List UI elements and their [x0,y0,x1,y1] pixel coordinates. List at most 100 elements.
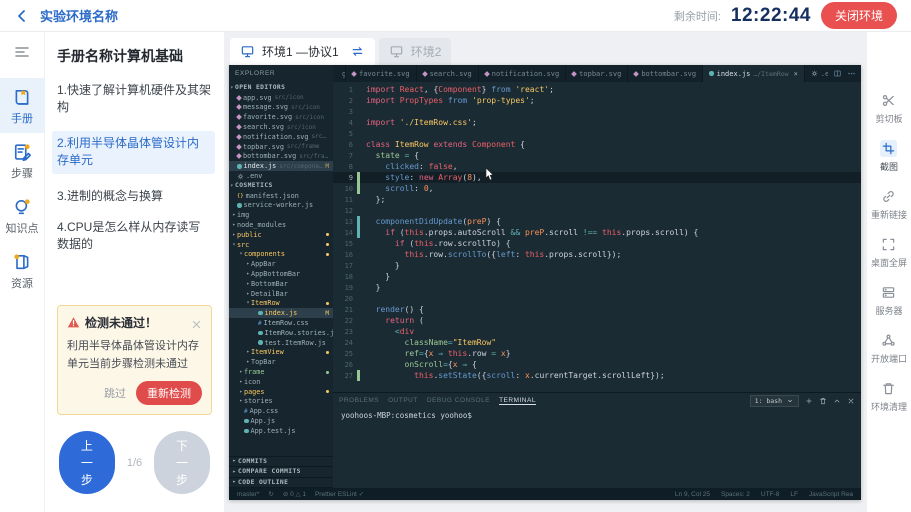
sidebar-item-resource[interactable]: 资源 [0,243,45,298]
close-panel-icon[interactable] [847,397,855,405]
tool-trash[interactable]: 环境清理 [871,380,907,413]
code-line-21[interactable]: 21 render() { [333,304,861,315]
status-segment[interactable]: Prettier ESLint ✓ [315,490,364,498]
code-line-17[interactable]: 17 } [333,260,861,271]
tree-file-App-js[interactable]: App.js [229,416,333,426]
code-line-15[interactable]: 15 if (this.row.scrollTo) { [333,238,861,249]
code-line-2[interactable]: 2 import PropTypes from 'prop-types'; [333,95,861,106]
retry-check-button[interactable]: 重新检测 [136,381,202,405]
tree-folder-src[interactable]: ▾ src [229,240,333,250]
code-line-18[interactable]: 18 } [333,271,861,282]
code-line-25[interactable]: 25 ref={x ⇒ this.row = x} [333,348,861,359]
more-actions-icon[interactable] [847,69,856,78]
code-line-26[interactable]: 26 onScroll={x ⇒ { [333,359,861,370]
tree-section-header[interactable]: ▾ OPEN EDITORS [229,83,333,93]
explorer-section-compare-commits[interactable]: ▸ COMPARE COMMITS [229,467,333,478]
code-line-13[interactable]: 13 componentDidUpdate(preP) { [333,216,861,227]
code-line-19[interactable]: 19 } [333,282,861,293]
tree-folder-img[interactable]: ▸ img [229,210,333,220]
panel-tab-terminal[interactable]: TERMINAL [499,397,536,405]
back-icon[interactable] [14,8,30,24]
code-line-8[interactable]: 8 clicked: false, [333,161,861,172]
tree-file-ItemRow-stories-js[interactable]: ItemRow.stories.js [229,328,333,338]
tree-folder-pages[interactable]: ▸ pages [229,387,333,397]
tree-file--env[interactable]: .env [229,171,333,181]
tree-folder-public[interactable]: ▸ public [229,230,333,240]
code-line-3[interactable]: 3 [333,106,861,117]
tree-file-service-worker-js[interactable]: service-worker.js [229,201,333,211]
tree-folder-components[interactable]: ▾ components [229,250,333,260]
env-tab-2[interactable]: 环境2 [378,38,452,65]
editor-tab--env[interactable]: .env [804,65,828,82]
tree-folder-BottomBar[interactable]: ▸ BottomBar [229,279,333,289]
code-line-20[interactable]: 20 [333,293,861,304]
editor-tab-favorite-svg[interactable]: favorite.svg [346,65,417,82]
panel-tab-output[interactable]: OUTPUT [388,397,418,404]
tree-folder-AppBar[interactable]: ▸ AppBar [229,259,333,269]
tool-fullscreen[interactable]: 桌面全屏 [871,236,907,269]
new-terminal-icon[interactable] [805,397,813,405]
editor-tab-topbar-svg[interactable]: topbar.svg [566,65,629,82]
split-editor-icon[interactable] [833,69,842,78]
sidebar-item-steps[interactable]: 步骤 [0,133,45,188]
sidebar-item-book[interactable]: 手册 [0,78,45,133]
tree-folder-TopBar[interactable]: ▸ TopBar [229,357,333,367]
tree-file-App-test-js[interactable]: App.test.js [229,426,333,436]
code-line-10[interactable]: 10 scroll: 0, [333,183,861,194]
code-line-4[interactable]: 4 import './ItemRow.css'; [333,117,861,128]
explorer-section-code-outline[interactable]: ▸ CODE OUTLINE [229,478,333,488]
tree-file-bottombar-svg[interactable]: bottombar.svg src/frame [229,152,333,162]
status-segment[interactable]: UTF-8 [761,491,779,498]
terminal-shell-select[interactable]: 1: bash [749,394,799,407]
manual-item-1[interactable]: 1.快速了解计算机硬件及其架构 [57,82,212,117]
manual-item-4[interactable]: 4.CPU是怎么样从内存读写数据的 [57,219,212,254]
manual-item-2[interactable]: 2.利用半导体晶体管设计内存单元 [52,130,215,174]
tool-crop[interactable]: 截图 [880,140,898,173]
status-segment[interactable]: LF [790,491,798,498]
status-segment[interactable]: JavaScript Rea [809,491,853,498]
status-segment[interactable]: Ln 9, Col 25 [675,491,710,498]
editor-tab-notification-svg[interactable]: notification.svg [478,65,567,82]
tool-ports[interactable]: 开放端口 [871,332,907,365]
status-segment[interactable]: Spaces: 2 [721,491,750,498]
tree-file-test-ItemRow-js[interactable]: test.ItemRow.js [229,338,333,348]
env-tab-1[interactable]: 环境1 —协议1 [230,38,375,65]
code-line-1[interactable]: 1 import React, {Component} from 'react'; [333,84,861,95]
editor-tab-bottombar-svg[interactable]: bottombar.svg [628,65,704,82]
tree-folder-icon[interactable]: ▸ icon [229,377,333,387]
status-segment[interactable]: master* [237,491,259,498]
code-editor[interactable]: 1 import React, {Component} from 'react';… [333,82,861,392]
code-line-11[interactable]: 11 }; [333,194,861,205]
collapse-menu-icon[interactable] [14,44,30,60]
tool-link[interactable]: 重新链接 [871,188,907,221]
code-line-14[interactable]: 14 if (this.props.autoScroll && preP.scr… [333,227,861,238]
status-segment[interactable]: ⊘ 0 △ 1 [283,490,306,498]
code-line-6[interactable]: 6 class ItemRow extends Component { [333,139,861,150]
code-line-27[interactable]: 27 this.setState({scroll: x.currentTarge… [333,370,861,381]
explorer-section-commits[interactable]: ▸ COMMITS [229,457,333,467]
tree-file-notification-svg[interactable]: notification.svgsrc/icon [229,132,333,142]
editor-tab-search-svg[interactable]: search.svg [416,65,479,82]
code-line-12[interactable]: 12 [333,205,861,216]
code-line-5[interactable]: 5 [333,128,861,139]
panel-tab-problems[interactable]: PROBLEMS [339,397,379,404]
skip-button[interactable]: 跳过 [104,385,126,401]
tree-file-manifest-json[interactable]: {} manifest.json [229,191,333,201]
code-line-9[interactable]: 9 style: new Array(8), [333,172,861,183]
code-line-16[interactable]: 16 this.row.scrollTo({left: this.props.s… [333,249,861,260]
code-line-22[interactable]: 22 return ( [333,315,861,326]
tree-file-index-js[interactable]: index.jssrc/components…M [229,161,333,172]
tree-folder-AppBottomBar[interactable]: ▸ AppBottomBar [229,269,333,279]
tree-file-favorite-svg[interactable]: favorite.svg src/icon [229,112,333,122]
tree-file-index-js[interactable]: index.js M [229,308,333,319]
tree-folder-frame[interactable]: ▸ frame [229,367,333,377]
tree-file-App-css[interactable]: # App.css [229,406,333,416]
tree-folder-DetailBar[interactable]: ▸ DetailBar [229,289,333,299]
code-line-24[interactable]: 24 className="ItemRow" [333,337,861,348]
close-environment-button[interactable]: 关闭环境 [820,2,897,29]
previous-step-button[interactable]: 上一步 [59,431,115,494]
close-tab-icon[interactable]: × [794,70,798,78]
editor-tab-index-js[interactable]: index.js …/ItemRow × [703,65,805,82]
code-line-7[interactable]: 7 state = { [333,150,861,161]
manual-item-3[interactable]: 3.进制的概念与换算 [57,188,212,205]
